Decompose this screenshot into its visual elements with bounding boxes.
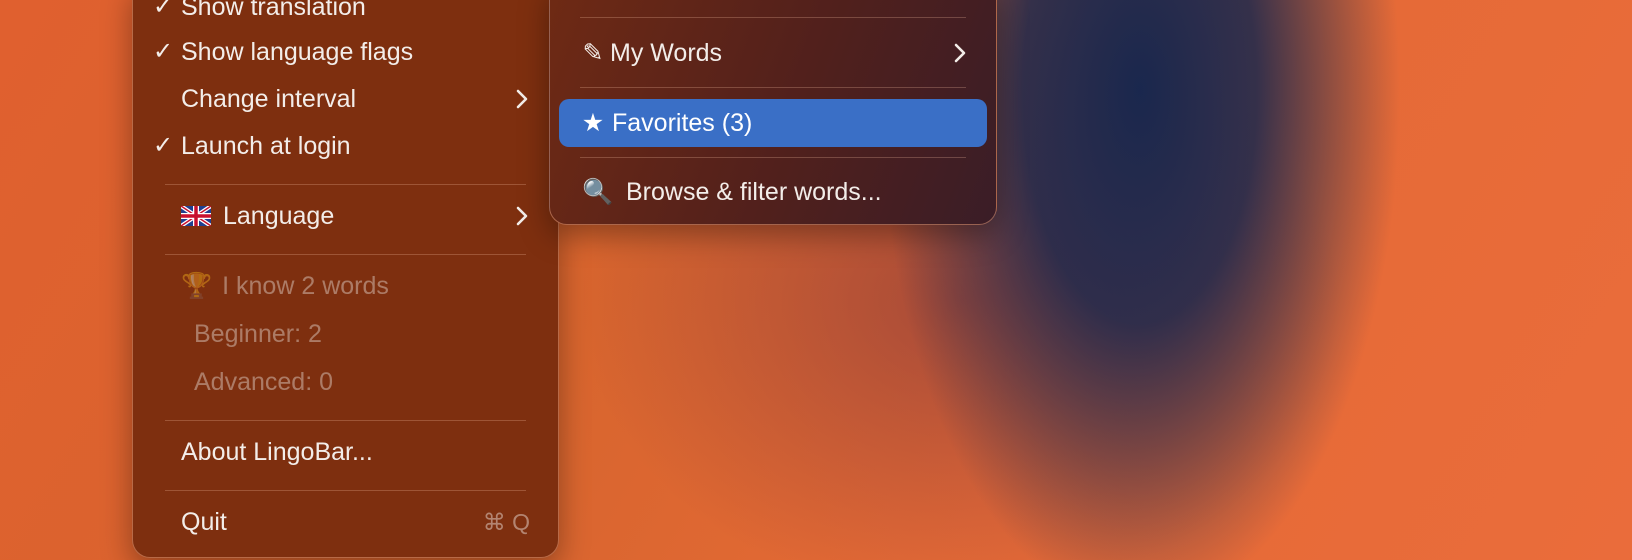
- submenu-item-my-words[interactable]: ✎ My Words: [550, 33, 996, 73]
- menu-item-language[interactable]: Language: [133, 196, 558, 236]
- menu-item-words-known: 🏆 I know 2 words: [133, 266, 558, 306]
- menu-item-label: Advanced: 0: [194, 368, 333, 396]
- menu-item-show-translation[interactable]: ✓ Show translation: [133, 0, 558, 27]
- trophy-icon: 🏆: [181, 272, 213, 300]
- chevron-right-icon: [952, 33, 968, 73]
- menu-item-label: Beginner: 2: [194, 320, 322, 348]
- menu-item-launch-at-login[interactable]: ✓ Launch at login: [133, 126, 558, 166]
- uk-flag-icon: [181, 206, 211, 226]
- menu-item-label: Quit: [181, 508, 227, 536]
- checkmark-icon: ✓: [152, 132, 174, 159]
- keyboard-shortcut: ⌘ Q: [482, 509, 530, 535]
- menu-item-label: Language: [223, 202, 335, 230]
- menu-item-beginner-count: Beginner: 2: [133, 314, 558, 354]
- checkmark-icon: ✓: [152, 38, 174, 65]
- submenu-item-browse-filter[interactable]: 🔍 Browse & filter words...: [550, 172, 996, 212]
- submenu-item-label: Browse & filter words...: [626, 178, 882, 206]
- menu-item-advanced-count: Advanced: 0: [133, 362, 558, 402]
- star-icon: ★: [581, 109, 605, 137]
- menu-separator: [580, 157, 966, 158]
- menu-item-label: I know 2 words: [222, 272, 389, 300]
- menu-item-label: Change interval: [181, 85, 357, 113]
- submenu-item-label: Favorites (3): [612, 109, 753, 137]
- magnifying-glass-icon: 🔍: [582, 178, 614, 206]
- menu-separator: [580, 87, 966, 88]
- menu-separator: [165, 420, 526, 421]
- menu-item-label: About LingoBar...: [181, 438, 373, 466]
- menu-separator: [165, 490, 526, 491]
- menu-separator: [165, 254, 526, 255]
- main-menu: ✓ Show translation ✓ Show language flags…: [132, 0, 559, 558]
- menu-item-label: Launch at login: [181, 132, 351, 160]
- menu-item-about[interactable]: About LingoBar...: [133, 432, 558, 472]
- menu-item-label: Show language flags: [181, 38, 414, 66]
- submenu-item-label: My Words: [610, 39, 723, 67]
- chevron-right-icon: [514, 79, 530, 119]
- submenu-item-favorites[interactable]: ★ Favorites (3): [550, 103, 996, 143]
- menu-separator: [580, 17, 966, 18]
- submenu: ✎ My Words ★ Favorites (3) 🔍 Browse & fi…: [549, 0, 997, 225]
- menu-item-change-interval[interactable]: Change interval: [133, 79, 558, 119]
- pencil-icon: ✎: [582, 39, 604, 67]
- menu-item-quit[interactable]: Quit ⌘ Q: [133, 502, 558, 542]
- menu-item-show-language-flags[interactable]: ✓ Show language flags: [133, 32, 558, 72]
- checkmark-icon: ✓: [152, 0, 174, 20]
- chevron-right-icon: [514, 196, 530, 236]
- menu-item-label: Show translation: [181, 0, 366, 21]
- menu-separator: [165, 184, 526, 185]
